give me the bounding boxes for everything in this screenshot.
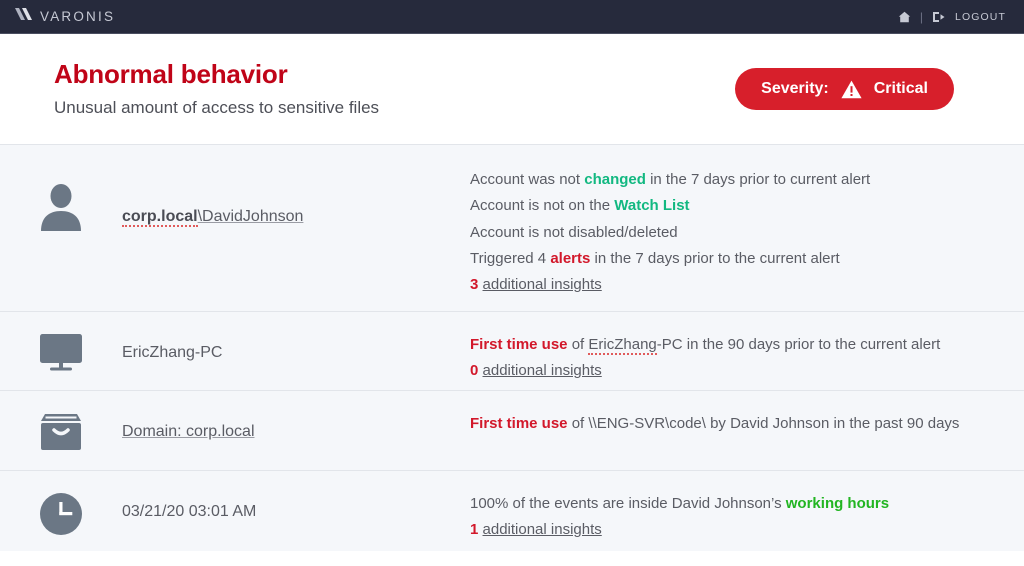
row-insights: 100% of the events are inside David John…: [470, 490, 1012, 544]
insight-emphasis: changed: [584, 171, 646, 188]
top-navigation-bar: VARONIS | LOGOUT: [0, 0, 1024, 34]
brand-name: VARONIS: [40, 9, 116, 24]
varonis-slashes-icon: [14, 6, 36, 27]
insight-emphasis: First time use: [470, 415, 568, 432]
insight-emphasis: Watch List: [614, 197, 690, 215]
insight-line: 100% of the events are inside David John…: [470, 491, 1002, 517]
page-title: Abnormal behavior: [54, 59, 288, 90]
table-row: corp.local\DavidJohnson Account was not …: [0, 145, 1024, 312]
additional-insights-link[interactable]: additional insights: [483, 362, 602, 379]
insight-text: 100% of the events are inside David John…: [470, 495, 786, 512]
row-insights: Account was not changed in the 7 days pr…: [470, 167, 1012, 298]
insight-line: Triggered 4 alerts in the 7 days prior t…: [470, 246, 1002, 272]
row-entity[interactable]: Domain: corp.local: [122, 410, 470, 443]
insight-text: in the 7 days prior to current alert: [645, 171, 871, 188]
table-row: EricZhang-PC First time use of EricZhang…: [0, 312, 1024, 391]
top-nav-actions: | LOGOUT: [898, 10, 1006, 24]
insight-line: First time use of \\ENG-SVR\code\ by Dav…: [470, 411, 1002, 437]
insight-line: Account was not changed in the 7 days pr…: [470, 167, 1002, 193]
row-entity-suffix: \DavidJohnson: [197, 208, 304, 225]
row-entity: 03/21/20 03:01 AM: [122, 490, 470, 523]
row-entity-suffix: EricZhang-PC: [122, 344, 223, 361]
nav-separator: |: [919, 9, 924, 24]
insight-text: of: [567, 336, 589, 353]
insight-text: of \\ENG-SVR\code\ by David Johnson in t…: [567, 415, 960, 432]
row-entity-suffix: 03/21/20 03:01 AM: [122, 503, 257, 520]
row-entity[interactable]: corp.local\DavidJohnson: [122, 167, 470, 228]
additional-insights-link[interactable]: additional insights: [483, 521, 602, 538]
insight-text: Account was not: [470, 171, 585, 188]
desktop-monitor-icon: [39, 333, 83, 376]
severity-label: Severity:: [761, 80, 829, 97]
severity-badge: Severity: Critical: [735, 68, 954, 110]
insight-line: 1 additional insights: [470, 517, 1002, 543]
archive-box-icon: [39, 412, 83, 457]
insight-line: 0 additional insights: [470, 358, 1002, 384]
insight-text: Account is not disabled/deleted: [470, 223, 678, 241]
row-entity[interactable]: EricZhang-PC: [122, 331, 470, 364]
logout-icon[interactable]: [932, 11, 946, 23]
warning-triangle-icon: [841, 80, 862, 99]
row-icon-cell: [0, 410, 122, 457]
additional-insights-link[interactable]: additional insights: [483, 276, 602, 293]
insight-text: Triggered 4: [470, 249, 551, 267]
header-titles: Abnormal behavior Unusual amount of acce…: [54, 57, 379, 120]
page-subtitle: Unusual amount of access to sensitive fi…: [54, 98, 380, 118]
severity-value: Critical: [873, 80, 928, 97]
table-row: 03/21/20 03:01 AM 100% of the events are…: [0, 471, 1024, 551]
row-icon-cell: [0, 167, 122, 236]
row-entity-suffix: Domain: corp.local: [122, 423, 255, 440]
insight-line: 3 additional insights: [470, 272, 1002, 298]
user-silhouette-icon: [38, 183, 84, 236]
clock-icon: [39, 492, 83, 541]
alert-header: Abnormal behavior Unusual amount of acce…: [0, 34, 1024, 144]
row-icon-cell: [0, 490, 122, 541]
table-row: Domain: corp.local First time use of \\E…: [0, 391, 1024, 471]
row-insights: First time use of EricZhang-PC in the 90…: [470, 331, 1012, 385]
insight-text: in the 7 days prior to the current alert: [590, 249, 840, 267]
insight-text: EricZhang: [588, 336, 657, 355]
insight-emphasis: First time use: [470, 336, 568, 353]
insight-line: Account is not on the Watch List: [470, 193, 1002, 219]
logout-label[interactable]: LOGOUT: [955, 11, 1006, 23]
row-icon-cell: [0, 331, 122, 376]
insight-line: First time use of EricZhang-PC in the 90…: [470, 332, 1002, 358]
insight-text: -PC in the 90 days prior to the current …: [656, 336, 941, 353]
home-icon[interactable]: [898, 11, 911, 23]
varonis-logo[interactable]: VARONIS: [14, 6, 115, 27]
insight-emphasis: working hours: [785, 495, 890, 512]
insight-line: Account is not disabled/deleted: [470, 220, 1002, 246]
insight-emphasis: alerts: [550, 249, 591, 267]
row-insights: First time use of \\ENG-SVR\code\ by Dav…: [470, 410, 1012, 437]
row-entity-prefix: corp.local: [122, 208, 198, 227]
insight-text: Account is not on the: [470, 197, 615, 215]
insight-rows: corp.local\DavidJohnson Account was not …: [0, 144, 1024, 551]
